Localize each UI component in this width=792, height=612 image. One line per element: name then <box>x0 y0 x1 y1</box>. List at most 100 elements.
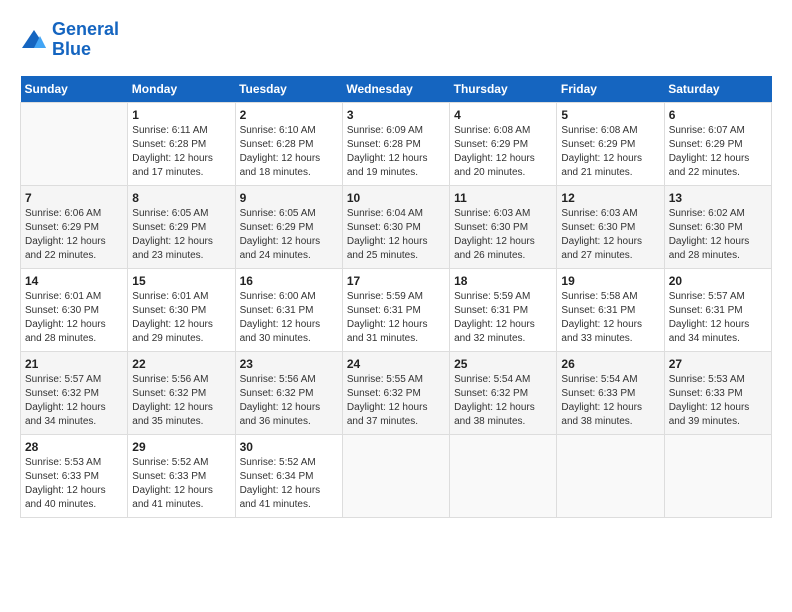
logo-icon <box>20 28 48 52</box>
calendar-cell: 22 Sunrise: 5:56 AM Sunset: 6:32 PM Dayli… <box>128 351 235 434</box>
day-info: Sunrise: 6:07 AM Sunset: 6:29 PM Dayligh… <box>669 124 767 180</box>
calendar-cell: 27 Sunrise: 5:53 AM Sunset: 6:33 PM Dayli… <box>664 351 771 434</box>
day-number: 8 <box>132 191 230 205</box>
day-number: 10 <box>347 191 445 205</box>
day-info: Sunrise: 6:11 AM Sunset: 6:28 PM Dayligh… <box>132 124 230 180</box>
day-number: 25 <box>454 357 552 371</box>
day-number: 2 <box>240 108 338 122</box>
day-number: 4 <box>454 108 552 122</box>
day-number: 7 <box>25 191 123 205</box>
day-info: Sunrise: 5:57 AM Sunset: 6:32 PM Dayligh… <box>25 373 123 429</box>
calendar-cell: 16 Sunrise: 6:00 AM Sunset: 6:31 PM Dayli… <box>235 268 342 351</box>
day-number: 20 <box>669 274 767 288</box>
calendar-cell: 26 Sunrise: 5:54 AM Sunset: 6:33 PM Dayli… <box>557 351 664 434</box>
day-info: Sunrise: 6:04 AM Sunset: 6:30 PM Dayligh… <box>347 207 445 263</box>
calendar-cell <box>21 102 128 185</box>
calendar-cell: 25Sunrise: 5:54 AM Sunset: 6:32 PM Dayli… <box>450 351 557 434</box>
logo-blue: Blue <box>52 40 119 60</box>
calendar-cell: 30 Sunrise: 5:52 AM Sunset: 6:34 PM Dayli… <box>235 434 342 517</box>
col-header-tuesday: Tuesday <box>235 76 342 103</box>
calendar-cell: 9Sunrise: 6:05 AM Sunset: 6:29 PM Daylig… <box>235 185 342 268</box>
day-number: 30 <box>240 440 338 454</box>
calendar-cell: 28 Sunrise: 5:53 AM Sunset: 6:33 PM Dayli… <box>21 434 128 517</box>
week-row-3: 14 Sunrise: 6:01 AM Sunset: 6:30 PM Dayli… <box>21 268 772 351</box>
calendar-cell: 11 Sunrise: 6:03 AM Sunset: 6:30 PM Dayli… <box>450 185 557 268</box>
day-info: Sunrise: 5:58 AM Sunset: 6:31 PM Dayligh… <box>561 290 659 346</box>
calendar-cell: 10 Sunrise: 6:04 AM Sunset: 6:30 PM Dayli… <box>342 185 449 268</box>
calendar-cell: 7 Sunrise: 6:06 AM Sunset: 6:29 PM Daylig… <box>21 185 128 268</box>
day-info: Sunrise: 5:57 AM Sunset: 6:31 PM Dayligh… <box>669 290 767 346</box>
calendar-cell: 21 Sunrise: 5:57 AM Sunset: 6:32 PM Dayli… <box>21 351 128 434</box>
calendar-cell: 6 Sunrise: 6:07 AM Sunset: 6:29 PM Daylig… <box>664 102 771 185</box>
day-number: 18 <box>454 274 552 288</box>
day-info: Sunrise: 5:53 AM Sunset: 6:33 PM Dayligh… <box>669 373 767 429</box>
day-number: 6 <box>669 108 767 122</box>
day-info: Sunrise: 6:08 AM Sunset: 6:29 PM Dayligh… <box>454 124 552 180</box>
calendar-cell: 5Sunrise: 6:08 AM Sunset: 6:29 PM Daylig… <box>557 102 664 185</box>
day-number: 19 <box>561 274 659 288</box>
day-info: Sunrise: 5:53 AM Sunset: 6:33 PM Dayligh… <box>25 456 123 512</box>
col-header-thursday: Thursday <box>450 76 557 103</box>
calendar-cell: 19 Sunrise: 5:58 AM Sunset: 6:31 PM Dayli… <box>557 268 664 351</box>
calendar-cell <box>557 434 664 517</box>
day-info: Sunrise: 6:01 AM Sunset: 6:30 PM Dayligh… <box>132 290 230 346</box>
day-info: Sunrise: 6:03 AM Sunset: 6:30 PM Dayligh… <box>454 207 552 263</box>
week-row-1: 1 Sunrise: 6:11 AM Sunset: 6:28 PM Daylig… <box>21 102 772 185</box>
day-info: Sunrise: 5:59 AM Sunset: 6:31 PM Dayligh… <box>347 290 445 346</box>
day-info: Sunrise: 6:02 AM Sunset: 6:30 PM Dayligh… <box>669 207 767 263</box>
day-number: 14 <box>25 274 123 288</box>
calendar-cell: 24 Sunrise: 5:55 AM Sunset: 6:32 PM Dayli… <box>342 351 449 434</box>
day-number: 1 <box>132 108 230 122</box>
day-info: Sunrise: 5:56 AM Sunset: 6:32 PM Dayligh… <box>240 373 338 429</box>
calendar-cell: 17 Sunrise: 5:59 AM Sunset: 6:31 PM Dayli… <box>342 268 449 351</box>
day-number: 21 <box>25 357 123 371</box>
col-header-friday: Friday <box>557 76 664 103</box>
page-header: General Blue <box>20 20 772 60</box>
day-info: Sunrise: 6:03 AM Sunset: 6:30 PM Dayligh… <box>561 207 659 263</box>
day-info: Sunrise: 6:10 AM Sunset: 6:28 PM Dayligh… <box>240 124 338 180</box>
day-number: 22 <box>132 357 230 371</box>
day-info: Sunrise: 6:01 AM Sunset: 6:30 PM Dayligh… <box>25 290 123 346</box>
calendar-cell <box>342 434 449 517</box>
day-info: Sunrise: 5:52 AM Sunset: 6:34 PM Dayligh… <box>240 456 338 512</box>
day-info: Sunrise: 5:56 AM Sunset: 6:32 PM Dayligh… <box>132 373 230 429</box>
logo: General Blue <box>20 20 119 60</box>
day-info: Sunrise: 5:55 AM Sunset: 6:32 PM Dayligh… <box>347 373 445 429</box>
week-row-2: 7 Sunrise: 6:06 AM Sunset: 6:29 PM Daylig… <box>21 185 772 268</box>
calendar-cell: 23 Sunrise: 5:56 AM Sunset: 6:32 PM Dayli… <box>235 351 342 434</box>
day-info: Sunrise: 6:09 AM Sunset: 6:28 PM Dayligh… <box>347 124 445 180</box>
day-info: Sunrise: 6:06 AM Sunset: 6:29 PM Dayligh… <box>25 207 123 263</box>
day-info: Sunrise: 5:54 AM Sunset: 6:33 PM Dayligh… <box>561 373 659 429</box>
calendar-table: SundayMondayTuesdayWednesdayThursdayFrid… <box>20 76 772 518</box>
calendar-cell <box>664 434 771 517</box>
week-row-4: 21 Sunrise: 5:57 AM Sunset: 6:32 PM Dayli… <box>21 351 772 434</box>
day-number: 23 <box>240 357 338 371</box>
day-number: 26 <box>561 357 659 371</box>
week-row-5: 28 Sunrise: 5:53 AM Sunset: 6:33 PM Dayli… <box>21 434 772 517</box>
header-row: SundayMondayTuesdayWednesdayThursdayFrid… <box>21 76 772 103</box>
calendar-cell: 3 Sunrise: 6:09 AM Sunset: 6:28 PM Daylig… <box>342 102 449 185</box>
day-number: 11 <box>454 191 552 205</box>
calendar-cell: 14 Sunrise: 6:01 AM Sunset: 6:30 PM Dayli… <box>21 268 128 351</box>
day-info: Sunrise: 5:52 AM Sunset: 6:33 PM Dayligh… <box>132 456 230 512</box>
calendar-cell: 4 Sunrise: 6:08 AM Sunset: 6:29 PM Daylig… <box>450 102 557 185</box>
day-number: 29 <box>132 440 230 454</box>
day-info: Sunrise: 6:00 AM Sunset: 6:31 PM Dayligh… <box>240 290 338 346</box>
calendar-cell: 20 Sunrise: 5:57 AM Sunset: 6:31 PM Dayli… <box>664 268 771 351</box>
col-header-sunday: Sunday <box>21 76 128 103</box>
calendar-cell: 1 Sunrise: 6:11 AM Sunset: 6:28 PM Daylig… <box>128 102 235 185</box>
day-number: 15 <box>132 274 230 288</box>
day-number: 17 <box>347 274 445 288</box>
day-number: 27 <box>669 357 767 371</box>
day-number: 24 <box>347 357 445 371</box>
calendar-cell: 12 Sunrise: 6:03 AM Sunset: 6:30 PM Dayli… <box>557 185 664 268</box>
calendar-cell: 8Sunrise: 6:05 AM Sunset: 6:29 PM Daylig… <box>128 185 235 268</box>
day-info: Sunrise: 6:05 AM Sunset: 6:29 PM Dayligh… <box>240 207 338 263</box>
col-header-monday: Monday <box>128 76 235 103</box>
day-number: 16 <box>240 274 338 288</box>
day-number: 5 <box>561 108 659 122</box>
day-number: 13 <box>669 191 767 205</box>
day-number: 28 <box>25 440 123 454</box>
day-number: 3 <box>347 108 445 122</box>
day-number: 12 <box>561 191 659 205</box>
